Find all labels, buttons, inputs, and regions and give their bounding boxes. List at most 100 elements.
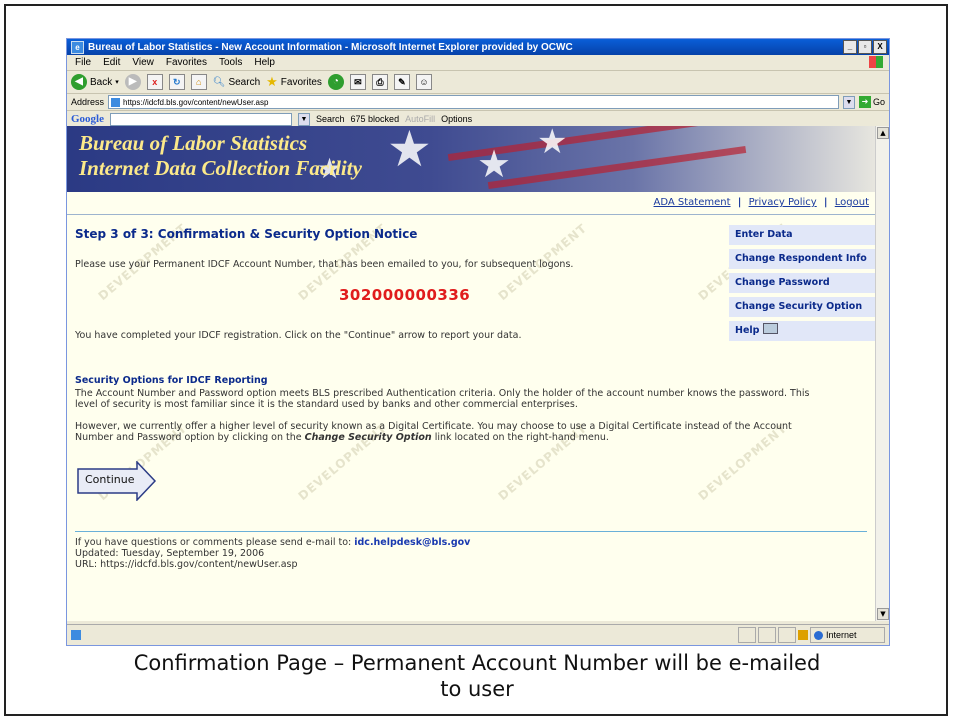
privacy-policy-link[interactable]: Privacy Policy: [749, 197, 817, 208]
account-number: 302000000336: [339, 286, 471, 304]
security-p2-text-pre: Number and Password option by clicking o…: [75, 432, 305, 443]
go-button[interactable]: ➜ Go: [858, 96, 885, 108]
window-controls: _ ▫ X: [843, 40, 887, 54]
address-dropdown-icon[interactable]: ▼: [842, 95, 855, 109]
close-button[interactable]: X: [873, 40, 887, 54]
browser-window: e Bureau of Labor Statistics - New Accou…: [66, 38, 890, 646]
window-title: Bureau of Labor Statistics - New Account…: [88, 41, 573, 53]
messenger-button[interactable]: ☺: [415, 74, 432, 90]
security-paragraph-1: The Account Number and Password option m…: [75, 388, 865, 410]
page-footer: If you have questions or comments please…: [75, 537, 470, 570]
menu-file[interactable]: File: [75, 57, 91, 68]
logout-link[interactable]: Logout: [835, 197, 869, 208]
minimize-button[interactable]: _: [843, 40, 857, 54]
security-p1-line1: The Account Number and Password option m…: [75, 388, 810, 399]
updated-date: Updated: Tuesday, September 19, 2006: [75, 548, 265, 559]
status-cell: [738, 627, 756, 643]
stop-button[interactable]: x: [146, 74, 163, 90]
history-button[interactable]: ◔: [327, 74, 344, 90]
help-window-icon: [763, 323, 779, 334]
status-cell: [758, 627, 776, 643]
banner-title-line2: Internet Data Collection Facility: [79, 156, 362, 180]
home-button[interactable]: ⌂: [190, 74, 207, 90]
continue-label: Continue: [85, 473, 135, 486]
page-icon: [111, 97, 121, 107]
menu-view[interactable]: View: [132, 57, 154, 68]
slide-caption: Confirmation Page – Permanent Account Nu…: [0, 650, 954, 702]
star-decoration: ★: [537, 126, 568, 162]
menu-favorites[interactable]: Favorites: [166, 57, 207, 68]
print-button[interactable]: ⎙: [371, 74, 388, 90]
menu-change-security-option[interactable]: Change Security Option: [729, 297, 875, 321]
flag-stripe: [487, 145, 747, 190]
favorites-button[interactable]: ★ Favorites: [266, 74, 322, 90]
options-button[interactable]: Options: [441, 114, 472, 124]
star-icon: ★: [266, 74, 278, 89]
menu-change-respondent-info[interactable]: Change Respondent Info: [729, 249, 875, 273]
menu-tools[interactable]: Tools: [219, 57, 242, 68]
link-separator: |: [737, 197, 742, 208]
menu-help[interactable]: Help: [254, 57, 275, 68]
security-options-heading: Security Options for IDCF Reporting: [75, 375, 268, 386]
back-label: Back: [90, 76, 113, 88]
title-bar: e Bureau of Labor Statistics - New Accou…: [67, 39, 889, 55]
back-dropdown-icon[interactable]: ▾: [115, 78, 119, 86]
search-icon: 🔍︎: [212, 76, 226, 88]
security-zone[interactable]: Internet: [810, 627, 885, 643]
security-paragraph-2: However, we currently offer a higher lev…: [75, 421, 865, 443]
menu-change-password[interactable]: Change Password: [729, 273, 875, 297]
address-input[interactable]: https://idcfd.bls.gov/content/newUser.as…: [108, 95, 839, 109]
caption-line1: Confirmation Page – Permanent Account Nu…: [133, 651, 821, 675]
maximize-button[interactable]: ▫: [858, 40, 872, 54]
back-button[interactable]: ◀ Back ▾: [71, 74, 119, 90]
top-links: ADA Statement | Privacy Policy | Logout: [67, 192, 875, 215]
vertical-scrollbar[interactable]: ▲ ▼: [875, 126, 889, 621]
refresh-button[interactable]: ↻: [168, 74, 185, 90]
page-viewport: ★ ★ ★ ★ Bureau of Labor Statistics Inter…: [67, 126, 875, 621]
back-arrow-icon: ◀: [71, 74, 87, 90]
search-button[interactable]: 🔍︎ Search: [213, 77, 260, 88]
page-url: URL: https://idcfd.bls.gov/content/newUs…: [75, 559, 298, 570]
banner-title-line1: Bureau of Labor Statistics: [79, 131, 308, 155]
scroll-up-icon[interactable]: ▲: [877, 127, 889, 139]
status-cells: Internet: [738, 627, 885, 643]
security-p2-line1: However, we currently offer a higher lev…: [75, 421, 792, 432]
standard-toolbar: ◀ Back ▾ ▶ x ↻ ⌂ 🔍︎ Search ★ Favorites ◔…: [67, 71, 889, 94]
menu-edit[interactable]: Edit: [103, 57, 120, 68]
scroll-down-icon[interactable]: ▼: [877, 608, 889, 620]
google-dropdown-icon[interactable]: ▼: [298, 112, 310, 126]
completed-text: You have completed your IDCF registratio…: [75, 330, 522, 341]
security-p1-line2: level of security is most familiar since…: [75, 399, 578, 410]
go-arrow-icon: ➜: [858, 96, 871, 108]
menu-enter-data[interactable]: Enter Data: [729, 225, 875, 249]
page-title: Step 3 of 3: Confirmation & Security Opt…: [75, 227, 418, 241]
status-cell: [778, 627, 796, 643]
change-security-option-ref: Change Security Option: [304, 432, 432, 443]
ie-icon: e: [71, 40, 84, 54]
menu-bar: File Edit View Favorites Tools Help: [67, 55, 889, 71]
zone-label: Internet: [826, 630, 857, 640]
edit-button[interactable]: ✎: [393, 74, 410, 90]
popup-blocked-counter[interactable]: 675 blocked: [351, 114, 400, 124]
google-search-input[interactable]: [110, 112, 292, 126]
menu-help[interactable]: Help: [729, 321, 875, 345]
google-logo[interactable]: Google: [71, 113, 104, 125]
mail-button[interactable]: ✉: [349, 74, 366, 90]
forward-button[interactable]: ▶: [124, 74, 141, 90]
ada-statement-link[interactable]: ADA Statement: [654, 197, 731, 208]
address-url: https://idcfd.bls.gov/content/newUser.as…: [123, 97, 269, 107]
address-label: Address: [71, 97, 105, 107]
windows-flag-icon: [869, 56, 883, 68]
globe-icon: [814, 630, 823, 640]
lock-icon[interactable]: [798, 630, 808, 640]
contact-text: If you have questions or comments please…: [75, 537, 355, 548]
star-decoration: ★: [387, 126, 432, 178]
google-search-button[interactable]: Search: [316, 114, 345, 124]
status-bar: Internet: [67, 624, 889, 645]
footer-divider: [75, 531, 867, 532]
helpdesk-email-link[interactable]: idc.helpdesk@bls.gov: [354, 537, 470, 548]
link-separator: |: [823, 197, 828, 208]
autofill-button[interactable]: AutoFill: [405, 114, 435, 124]
continue-button[interactable]: Continue: [77, 461, 157, 501]
security-p2-line2: Number and Password option by clicking o…: [75, 432, 865, 443]
